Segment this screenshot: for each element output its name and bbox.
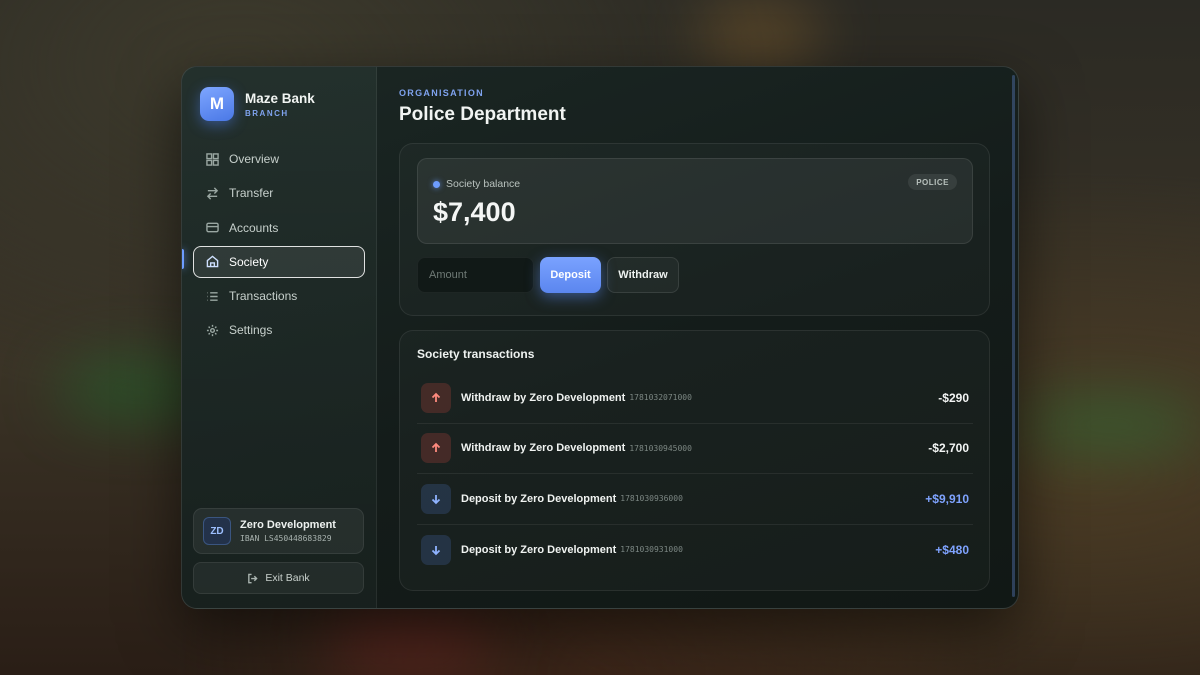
transaction-id: 1781030931000	[620, 545, 683, 555]
exit-bank-button[interactable]: Exit Bank	[193, 562, 364, 594]
user-iban: IBAN LS450448683829	[240, 534, 332, 543]
transaction-description: Withdraw by Zero Development	[461, 391, 626, 404]
avatar: ZD	[203, 517, 231, 545]
balance-label-row: Society balance	[433, 178, 520, 190]
sidebar-item-label: Transactions	[229, 289, 298, 304]
sidebar-item-overview[interactable]: Overview	[193, 143, 365, 175]
deposit-button[interactable]: Deposit	[540, 257, 601, 293]
balance-label: Society balance	[446, 178, 521, 190]
transaction-description: Withdraw by Zero Development	[461, 442, 626, 455]
background-blob	[700, 0, 820, 70]
brand-subtitle: BRANCH	[245, 108, 289, 118]
balance-value: $7,400	[433, 197, 516, 227]
grid-icon	[206, 152, 219, 166]
transaction-description: Deposit by Zero Development	[461, 492, 617, 505]
transaction-description: Deposit by Zero Development	[461, 543, 617, 556]
status-dot	[433, 180, 440, 188]
sidebar-item-accounts[interactable]: Accounts	[193, 212, 365, 244]
org-label: ORGANISATION	[399, 88, 484, 98]
sidebar-item-society[interactable]: Society	[193, 245, 365, 278]
sidebar-item-label: Transfer	[229, 186, 274, 201]
balance-card: Society balance $7,400 POLICE	[417, 158, 973, 244]
transaction-amount: +$480	[935, 542, 969, 557]
transaction-id: 1781030945000	[629, 443, 692, 453]
active-indicator	[182, 249, 184, 269]
background-blob	[330, 610, 490, 675]
transactions-title: Society transactions	[417, 347, 535, 361]
gear-icon	[206, 324, 219, 337]
background-blob	[1020, 400, 1200, 450]
withdraw-arrow-icon	[421, 382, 451, 413]
deposit-arrow-icon	[421, 534, 451, 565]
brand-logo: M	[200, 87, 234, 121]
user-meta: Zero Development IBAN LS450448683829	[240, 519, 336, 543]
logout-icon	[248, 573, 258, 583]
sidebar-item-label: Overview	[229, 152, 280, 166]
brand-name: Maze Bank	[245, 90, 315, 106]
transaction-amount: -$290	[938, 390, 969, 405]
transaction-id: 1781030936000	[620, 494, 683, 504]
building-icon	[206, 255, 219, 268]
card-icon	[206, 222, 219, 233]
balance-panel: Society balance $7,400 POLICE Deposit Wi…	[399, 143, 990, 316]
sidebar-nav: Overview Transfer Accounts Society Trans…	[193, 143, 365, 349]
table-row: Deposit by Zero Development 178103093100…	[417, 525, 973, 576]
status-badge: POLICE	[908, 174, 957, 190]
user-name: Zero Development	[240, 519, 336, 531]
deposit-arrow-icon	[421, 483, 451, 514]
table-row: Withdraw by Zero Development 17810309450…	[417, 424, 973, 474]
swap-icon	[206, 187, 219, 200]
transaction-amount: -$2,700	[928, 441, 969, 456]
scrollbar[interactable]	[1012, 75, 1015, 597]
sidebar-item-label: Accounts	[229, 220, 279, 235]
transaction-amount: +$9,910	[925, 491, 969, 506]
sidebar-item-transactions[interactable]: Transactions	[193, 280, 365, 312]
list-icon	[207, 291, 218, 301]
sidebar: M Maze Bank BRANCH Overview Transfer Acc…	[182, 67, 377, 608]
sidebar-item-transfer[interactable]: Transfer	[193, 177, 365, 209]
brand: M Maze Bank BRANCH	[200, 87, 315, 121]
withdraw-button[interactable]: Withdraw	[607, 257, 679, 293]
transactions-panel: Society transactions Withdraw by Zero De…	[399, 330, 990, 591]
exit-bank-label: Exit Bank	[265, 572, 310, 584]
user-card: ZD Zero Development IBAN LS450448683829	[193, 508, 364, 554]
main-content: ORGANISATION Police Department Society b…	[377, 67, 1018, 608]
transactions-list: Withdraw by Zero Development 17810320710…	[417, 373, 973, 575]
withdraw-arrow-icon	[421, 433, 451, 464]
bank-window: M Maze Bank BRANCH Overview Transfer Acc…	[181, 66, 1019, 609]
table-row: Withdraw by Zero Development 17810320710…	[417, 373, 973, 424]
brand-text: Maze Bank BRANCH	[245, 91, 315, 118]
sidebar-item-settings[interactable]: Settings	[193, 314, 365, 346]
sidebar-item-label: Settings	[229, 323, 273, 338]
transaction-id: 1781032071000	[629, 393, 692, 403]
page-title: Police Department	[399, 104, 566, 125]
table-row: Deposit by Zero Development 178103093600…	[417, 474, 973, 525]
amount-input[interactable]	[417, 257, 534, 293]
sidebar-item-label: Society	[229, 254, 269, 269]
